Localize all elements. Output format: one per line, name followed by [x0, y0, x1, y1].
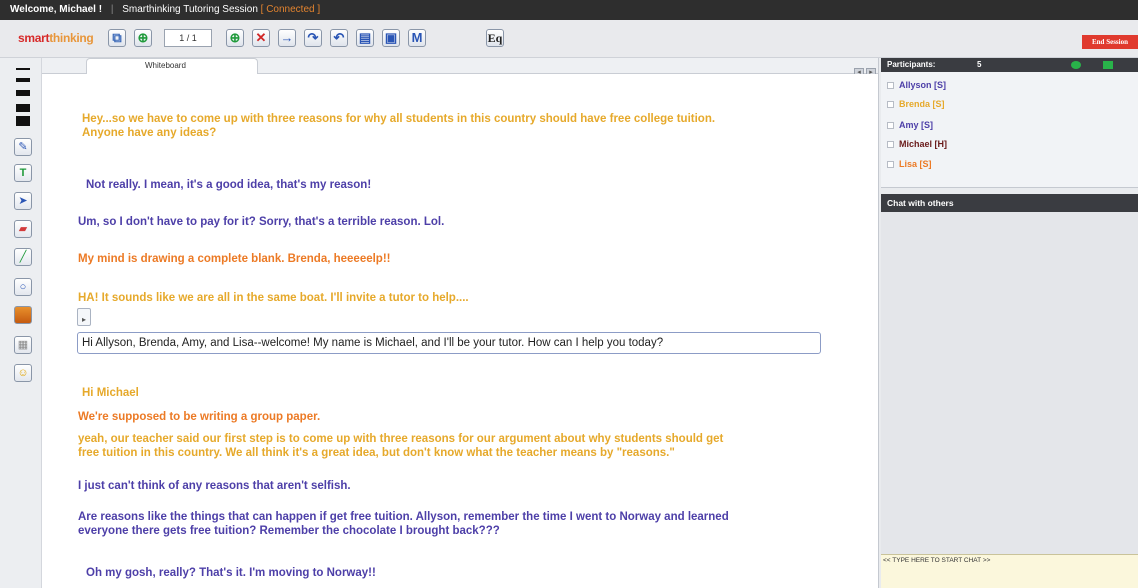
next-arrow-icon[interactable]: → — [278, 29, 296, 47]
delete-icon[interactable]: ✕ — [252, 29, 270, 47]
whiteboard-message: We're supposed to be writing a group pap… — [78, 411, 321, 423]
session-title-bar: Welcome, Michael ! | Smarthinking Tutori… — [0, 0, 1138, 20]
whiteboard-message: Not really. I mean, it's a good idea, th… — [86, 179, 372, 191]
drag-handle-icon[interactable]: ▸ — [77, 308, 91, 326]
camera-icon[interactable] — [1103, 61, 1113, 69]
add-icon[interactable]: ⊕ — [226, 29, 244, 47]
logo-part-thinking: thinking — [49, 31, 94, 45]
participants-title: Participants: — [887, 60, 936, 69]
participants-count: 5 — [977, 60, 982, 69]
participant-name: Amy [S] — [899, 120, 934, 130]
participant-item[interactable]: Brenda [S] — [887, 98, 945, 110]
image-icon[interactable]: ▣ — [382, 29, 400, 47]
whiteboard-message: Hi Michael — [82, 387, 139, 399]
whiteboard-canvas[interactable]: Hey...so we have to come up with three r… — [42, 74, 878, 588]
line-weight-3[interactable] — [16, 90, 30, 96]
math-icon[interactable]: M — [408, 29, 426, 47]
circle-tool-icon[interactable]: ○ — [14, 278, 32, 296]
whiteboard-message: Hey...so we have to come up with three r… — [82, 113, 716, 125]
equation-icon[interactable]: Eq — [486, 29, 504, 47]
redo-icon[interactable]: ↷ — [304, 29, 322, 47]
participant-name: Lisa [S] — [899, 159, 932, 169]
tab-whiteboard[interactable]: Whiteboard — [86, 58, 258, 74]
eye-icon[interactable] — [1071, 61, 1081, 69]
pencil-icon[interactable]: ✎ — [14, 138, 32, 156]
title-separator: | — [110, 4, 114, 15]
participants-header: Participants: 5 — [881, 58, 1138, 72]
line-weight-4[interactable] — [16, 104, 30, 112]
smiley-icon[interactable]: ☺ — [14, 364, 32, 382]
smarthinking-logo: smartthinking — [18, 31, 94, 45]
main-toolbar: smartthinking ⧉ ⊕ 1 / 1 ⊕ ✕ → ↷ ↶ ▤ ▣ M … — [0, 20, 1138, 58]
participant-item[interactable]: Amy [S] — [887, 119, 933, 131]
line-tool-icon[interactable]: ╱ — [14, 248, 32, 266]
participant-checkbox[interactable] — [887, 141, 894, 149]
whiteboard-message: Oh my gosh, really? That's it. I'm movin… — [86, 567, 376, 579]
participant-checkbox[interactable] — [887, 101, 894, 109]
whiteboard-message: My mind is drawing a complete blank. Bre… — [78, 253, 391, 265]
participants-list: Allyson [S] Brenda [S] Amy [S] Michael [… — [881, 72, 1138, 188]
participant-name: Allyson [S] — [899, 80, 947, 90]
participant-item[interactable]: Allyson [S] — [887, 79, 946, 91]
participant-item[interactable]: Lisa [S] — [887, 158, 932, 170]
grid-icon[interactable]: ▦ — [14, 336, 32, 354]
chat-input[interactable]: << TYPE HERE TO START CHAT >> — [881, 554, 1138, 588]
whiteboard-message: Anyone have any ideas? — [82, 127, 217, 139]
whiteboard-message: free tuition in this country. We all thi… — [78, 447, 675, 459]
end-session-button[interactable]: End Session — [1082, 35, 1138, 49]
eraser-icon[interactable]: ▰ — [14, 220, 32, 238]
whiteboard-message: HA! It sounds like we are all in the sam… — [78, 292, 469, 304]
participant-checkbox[interactable] — [887, 82, 894, 90]
connection-status: [ Connected ] — [260, 4, 321, 15]
tutor-text-box[interactable]: Hi Allyson, Brenda, Amy, and Lisa--welco… — [77, 332, 821, 354]
participant-checkbox[interactable] — [887, 161, 894, 169]
whiteboard-message: Um, so I don't have to pay for it? Sorry… — [78, 216, 445, 228]
whiteboard-message: Are reasons like the things that can hap… — [78, 511, 729, 523]
participant-name: Brenda [S] — [899, 99, 945, 109]
fill-color-icon[interactable] — [14, 306, 32, 324]
app-window: Welcome, Michael ! | Smarthinking Tutori… — [0, 0, 1138, 588]
copy-icon[interactable]: ⧉ — [108, 29, 126, 47]
whiteboard-message: yeah, our teacher said our first step is… — [78, 433, 724, 445]
whiteboard-message: everyone there gets free tuition? Rememb… — [78, 525, 500, 537]
line-weight-5[interactable] — [16, 116, 30, 126]
chat-header: Chat with others — [881, 194, 1138, 212]
line-weight-1[interactable] — [16, 68, 30, 70]
chat-messages-area — [881, 212, 1138, 554]
select-pointer-icon[interactable]: ➤ — [14, 192, 32, 210]
undo-icon[interactable]: ↶ — [330, 29, 348, 47]
clipboard-icon[interactable]: ▤ — [356, 29, 374, 47]
welcome-text: Welcome, Michael ! — [10, 4, 103, 15]
text-tool-icon[interactable]: T — [14, 164, 32, 182]
whiteboard-tab-bar: Whiteboard ◂ ▸ — [42, 58, 878, 78]
line-weight-2[interactable] — [16, 78, 30, 82]
logo-part-smart: smart — [18, 31, 50, 45]
page-counter: 1 / 1 — [164, 29, 212, 47]
drawing-tools-bar: ✎ T ➤ ▰ ╱ ○ ▦ ☺ — [0, 58, 42, 588]
side-panel: Participants: 5 Allyson [S] Brenda [S] A… — [878, 58, 1138, 588]
participant-name: Michael [H] — [899, 139, 948, 149]
add-page-icon[interactable]: ⊕ — [134, 29, 152, 47]
session-title: Smarthinking Tutoring Session — [122, 4, 258, 15]
participant-item[interactable]: Michael [H] — [887, 138, 947, 150]
participant-checkbox[interactable] — [887, 122, 894, 130]
whiteboard-message: I just can't think of any reasons that a… — [78, 480, 351, 492]
